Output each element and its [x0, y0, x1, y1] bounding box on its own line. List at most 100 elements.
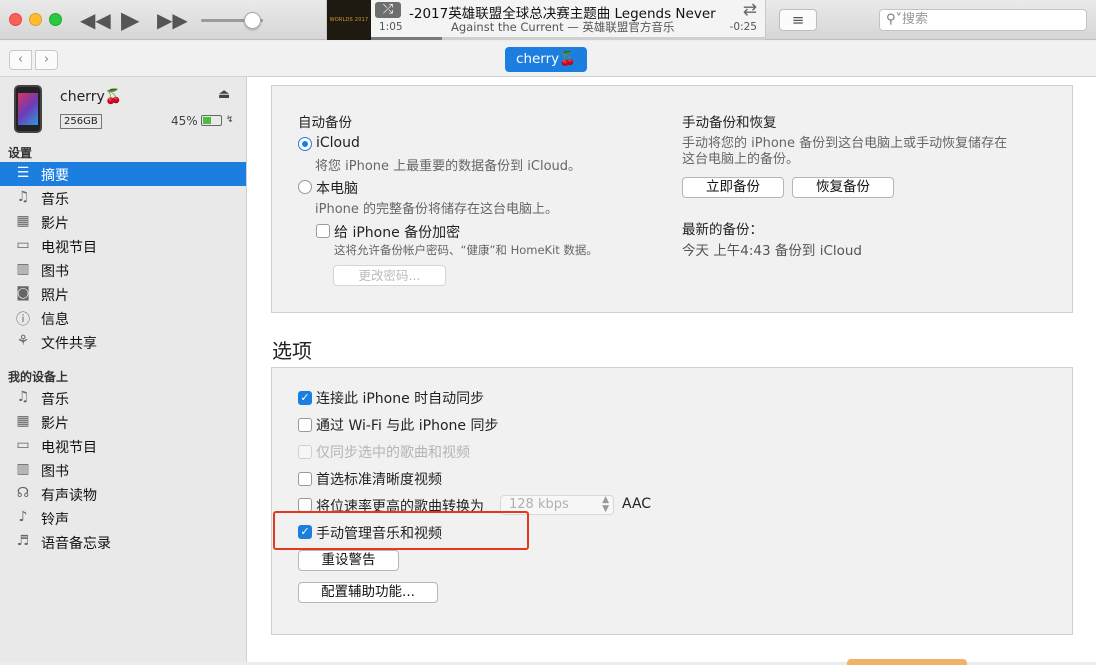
icloud-label[interactable]: iCloud	[316, 135, 360, 151]
prefer-sd-video-label[interactable]: 首选标准清晰度视频	[316, 469, 442, 489]
sidebar-item-tv[interactable]: ▭ 电视节目	[0, 234, 246, 258]
sidebar-item-film[interactable]: ▦ 影片	[0, 210, 246, 234]
sidebar-item-label: 影片	[41, 416, 69, 432]
shuffle-icon[interactable]: ⤮	[375, 2, 401, 18]
minimize-window-button[interactable]	[29, 13, 42, 26]
back-button[interactable]: ‹	[9, 50, 32, 70]
annotation-highlight-box	[273, 511, 529, 550]
this-computer-radio[interactable]	[298, 180, 312, 194]
sidebar-item-label: 图书	[41, 464, 69, 480]
album-art: WORLDS 2017	[327, 0, 371, 40]
manual-backup-title: 手动备份和恢复	[682, 115, 777, 131]
sidebar: cherry🍒 ⏏ 256GB 45% ↯ 设置 ☰ 摘要 ♫ 音乐 ▦ 影片 ▭ 电视节目 ▥…	[0, 77, 247, 662]
sidebar-item-label: 文件共享	[41, 336, 97, 352]
zoom-window-button[interactable]	[49, 13, 62, 26]
sidebar-item-label: 有声读物	[41, 488, 97, 504]
remaining-time: -0:25	[729, 21, 757, 33]
film-icon: ▦	[16, 413, 30, 429]
title-bar: ◀◀ ▶ ▶▶ WORLDS 2017 ⤮ -2017英雄联盟全球总决赛主题曲 …	[0, 0, 1096, 40]
sidebar-item-label: 照片	[41, 288, 69, 304]
options-title: 选项	[272, 339, 312, 363]
sidebar-item-book[interactable]: ▥ 图书	[0, 258, 246, 282]
voice-memo-icon: ♬	[16, 533, 30, 549]
main-content: 自动备份 iCloud 将您 iPhone 上最重要的数据备份到 iCloud。…	[247, 77, 1096, 665]
change-password-button[interactable]: 更改密码...	[333, 265, 446, 286]
sidebar-device-item-tv[interactable]: ▭ 电视节目	[0, 434, 246, 458]
manual-backup-description-line2: 这台电脑上的备份。	[682, 152, 800, 167]
search-icon: ⚲˅	[886, 12, 903, 27]
icloud-radio[interactable]	[298, 137, 312, 151]
headphones-icon: ☊	[16, 485, 30, 501]
prefer-sd-video-checkbox[interactable]	[298, 472, 312, 486]
sidebar-item-camera[interactable]: ◙ 照片	[0, 282, 246, 306]
close-window-button[interactable]	[9, 13, 22, 26]
sidebar-device-item-music[interactable]: ♫ 音乐	[0, 386, 246, 410]
apps-icon: ⚘	[16, 333, 30, 349]
encrypt-backup-description: 这将允许备份帐户密码、“健康”和 HomeKit 数据。	[334, 243, 598, 257]
sidebar-item-label: 摘要	[41, 168, 69, 184]
music-icon: ♫	[16, 389, 30, 405]
book-icon: ▥	[16, 461, 30, 477]
this-computer-description: iPhone 的完整备份将储存在这台电脑上。	[315, 202, 559, 217]
sidebar-item-apps[interactable]: ⚘ 文件共享	[0, 330, 246, 354]
select-arrows-icon: ▲ ▼	[602, 495, 609, 514]
forward-button[interactable]: ›	[35, 50, 58, 70]
reset-warnings-button[interactable]: 重设警告	[298, 550, 399, 571]
fast-forward-icon[interactable]: ▶▶	[157, 10, 188, 30]
repeat-icon[interactable]: ⇄	[743, 0, 757, 20]
sidebar-device-item-film[interactable]: ▦ 影片	[0, 410, 246, 434]
sidebar-item-label: 语音备忘录	[41, 536, 111, 552]
auto-backup-title: 自动备份	[298, 115, 352, 131]
search-placeholder: 搜索	[902, 12, 929, 27]
bell-icon: ♪	[18, 509, 28, 525]
music-icon: ♫	[16, 189, 30, 205]
film-icon: ▦	[16, 213, 30, 229]
sidebar-device-item-bell[interactable]: ♪ 铃声	[0, 506, 246, 530]
play-icon[interactable]: ▶	[121, 8, 139, 32]
backup-now-button[interactable]: 立即备份	[682, 177, 784, 198]
wifi-sync-label[interactable]: 通过 Wi-Fi 与此 iPhone 同步	[316, 415, 498, 435]
sidebar-item-label: 影片	[41, 216, 69, 232]
backup-panel: 自动备份 iCloud 将您 iPhone 上最重要的数据备份到 iCloud。…	[271, 85, 1073, 313]
sidebar-item-summary[interactable]: ☰ 摘要	[0, 162, 246, 186]
sidebar-item-label: 铃声	[41, 512, 69, 528]
sync-checked-only-checkbox[interactable]	[298, 445, 312, 459]
format-label: AAC	[622, 496, 652, 512]
accessibility-button[interactable]: 配置辅助功能...	[298, 582, 438, 603]
restore-backup-button[interactable]: 恢复备份	[792, 177, 894, 198]
volume-knob[interactable]	[244, 12, 261, 29]
now-playing-display: WORLDS 2017 ⤮ -2017英雄联盟全球总决赛主题曲 Legends …	[326, 0, 766, 40]
navigation-bar: ‹ › cherry🍒	[0, 41, 1096, 77]
auto-sync-label[interactable]: 连接此 iPhone 时自动同步	[316, 388, 484, 408]
sidebar-item-label: 图书	[41, 264, 69, 280]
capacity-badge: 256GB	[60, 114, 102, 129]
playback-progress-fill	[371, 37, 442, 40]
sidebar-device-item-book[interactable]: ▥ 图书	[0, 458, 246, 482]
search-input[interactable]: ⚲˅搜索	[879, 9, 1087, 31]
bitrate-value: 128 kbps	[509, 497, 569, 512]
convert-bitrate-checkbox[interactable]	[298, 498, 312, 512]
sidebar-item-info[interactable]: ⓘ 信息	[0, 306, 246, 330]
auto-sync-checkbox[interactable]: ✓	[298, 391, 312, 405]
battery-fill	[203, 117, 211, 124]
this-computer-label[interactable]: 本电脑	[316, 178, 358, 198]
sidebar-item-label: 信息	[41, 312, 69, 328]
up-next-list-button[interactable]: ≡	[779, 9, 817, 31]
rewind-icon[interactable]: ◀◀	[80, 10, 111, 30]
device-button[interactable]: cherry🍒	[505, 47, 587, 72]
sidebar-item-label: 音乐	[41, 192, 69, 208]
sidebar-device-item-voice-memo[interactable]: ♬ 语音备忘录	[0, 530, 246, 554]
book-icon: ▥	[16, 261, 30, 277]
options-panel: ✓ 连接此 iPhone 时自动同步 通过 Wi-Fi 与此 iPhone 同步…	[271, 367, 1073, 635]
charging-icon: ↯	[226, 115, 234, 125]
playback-progress[interactable]	[371, 37, 765, 40]
device-name: cherry🍒	[60, 89, 123, 105]
sidebar-item-music[interactable]: ♫ 音乐	[0, 186, 246, 210]
eject-icon[interactable]: ⏏	[218, 87, 230, 102]
wifi-sync-checkbox[interactable]	[298, 418, 312, 432]
encrypt-backup-label[interactable]: 给 iPhone 备份加密	[334, 222, 460, 242]
settings-header: 设置	[8, 146, 33, 160]
apply-button-edge[interactable]	[847, 659, 967, 665]
sidebar-device-item-headphones[interactable]: ☊ 有声读物	[0, 482, 246, 506]
encrypt-backup-checkbox[interactable]	[316, 224, 330, 238]
